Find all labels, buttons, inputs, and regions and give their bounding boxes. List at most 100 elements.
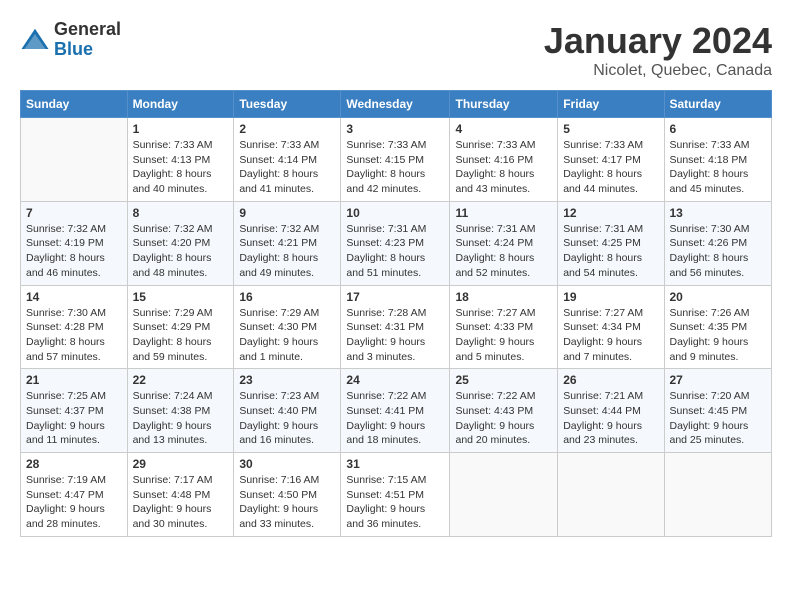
day-number: 14 bbox=[26, 290, 122, 304]
calendar-table: SundayMondayTuesdayWednesdayThursdayFrid… bbox=[20, 90, 772, 537]
column-header-thursday: Thursday bbox=[450, 91, 558, 118]
column-header-tuesday: Tuesday bbox=[234, 91, 341, 118]
day-number: 6 bbox=[670, 122, 767, 136]
calendar-cell: 29 Sunrise: 7:17 AM Sunset: 4:48 PM Dayli… bbox=[127, 453, 234, 537]
day-info: Sunrise: 7:31 AM Sunset: 4:23 PM Dayligh… bbox=[346, 222, 444, 281]
calendar-cell: 31 Sunrise: 7:15 AM Sunset: 4:51 PM Dayli… bbox=[341, 453, 450, 537]
column-header-saturday: Saturday bbox=[664, 91, 772, 118]
calendar-cell: 12Sunrise: 7:31 AM Sunset: 4:25 PM Dayli… bbox=[558, 201, 664, 285]
calendar-cell: 4 Sunrise: 7:33 AM Sunset: 4:16 PM Daylig… bbox=[450, 118, 558, 202]
calendar-cell bbox=[450, 453, 558, 537]
day-number: 29 bbox=[133, 457, 229, 471]
day-info: Sunrise: 7:32 AM Sunset: 4:21 PM Dayligh… bbox=[239, 222, 335, 281]
day-number: 21 bbox=[26, 373, 122, 387]
day-info: Sunrise: 7:33 AM Sunset: 4:15 PM Dayligh… bbox=[346, 138, 444, 197]
calendar-cell: 21 Sunrise: 7:25 AM Sunset: 4:37 PM Dayli… bbox=[21, 369, 128, 453]
calendar-cell bbox=[21, 118, 128, 202]
calendar-cell bbox=[664, 453, 772, 537]
calendar-cell: 5 Sunrise: 7:33 AM Sunset: 4:17 PM Daylig… bbox=[558, 118, 664, 202]
day-number: 15 bbox=[133, 290, 229, 304]
day-info: Sunrise: 7:32 AM Sunset: 4:19 PM Dayligh… bbox=[26, 222, 122, 281]
calendar-cell: 16 Sunrise: 7:29 AM Sunset: 4:30 PM Dayli… bbox=[234, 285, 341, 369]
day-number: 2 bbox=[239, 122, 335, 136]
day-number: 9 bbox=[239, 206, 335, 220]
calendar-cell: 25 Sunrise: 7:22 AM Sunset: 4:43 PM Dayli… bbox=[450, 369, 558, 453]
day-info: Sunrise: 7:25 AM Sunset: 4:37 PM Dayligh… bbox=[26, 389, 122, 448]
calendar-cell: 8 Sunrise: 7:32 AM Sunset: 4:20 PM Daylig… bbox=[127, 201, 234, 285]
title-block: January 2024 Nicolet, Quebec, Canada bbox=[544, 20, 772, 80]
column-header-sunday: Sunday bbox=[21, 91, 128, 118]
day-info: Sunrise: 7:21 AM Sunset: 4:44 PM Dayligh… bbox=[563, 389, 658, 448]
day-number: 7 bbox=[26, 206, 122, 220]
day-number: 28 bbox=[26, 457, 122, 471]
day-number: 22 bbox=[133, 373, 229, 387]
calendar-cell: 7 Sunrise: 7:32 AM Sunset: 4:19 PM Daylig… bbox=[21, 201, 128, 285]
day-number: 20 bbox=[670, 290, 767, 304]
day-number: 23 bbox=[239, 373, 335, 387]
calendar-cell: 30 Sunrise: 7:16 AM Sunset: 4:50 PM Dayli… bbox=[234, 453, 341, 537]
calendar-cell: 22 Sunrise: 7:24 AM Sunset: 4:38 PM Dayli… bbox=[127, 369, 234, 453]
calendar-cell: 20 Sunrise: 7:26 AM Sunset: 4:35 PM Dayli… bbox=[664, 285, 772, 369]
week-row-5: 28 Sunrise: 7:19 AM Sunset: 4:47 PM Dayli… bbox=[21, 453, 772, 537]
day-number: 25 bbox=[455, 373, 552, 387]
logo: General Blue bbox=[20, 20, 121, 60]
day-info: Sunrise: 7:31 AM Sunset: 4:25 PM Dayligh… bbox=[563, 222, 658, 281]
day-number: 13 bbox=[670, 206, 767, 220]
day-info: Sunrise: 7:27 AM Sunset: 4:33 PM Dayligh… bbox=[455, 306, 552, 365]
day-info: Sunrise: 7:28 AM Sunset: 4:31 PM Dayligh… bbox=[346, 306, 444, 365]
calendar-cell: 11Sunrise: 7:31 AM Sunset: 4:24 PM Dayli… bbox=[450, 201, 558, 285]
day-number: 26 bbox=[563, 373, 658, 387]
calendar-cell: 3 Sunrise: 7:33 AM Sunset: 4:15 PM Daylig… bbox=[341, 118, 450, 202]
day-number: 17 bbox=[346, 290, 444, 304]
day-number: 24 bbox=[346, 373, 444, 387]
day-info: Sunrise: 7:22 AM Sunset: 4:41 PM Dayligh… bbox=[346, 389, 444, 448]
calendar-cell: 9 Sunrise: 7:32 AM Sunset: 4:21 PM Daylig… bbox=[234, 201, 341, 285]
day-number: 4 bbox=[455, 122, 552, 136]
day-info: Sunrise: 7:30 AM Sunset: 4:28 PM Dayligh… bbox=[26, 306, 122, 365]
calendar-cell: 24 Sunrise: 7:22 AM Sunset: 4:41 PM Dayli… bbox=[341, 369, 450, 453]
logo-general-text: General bbox=[54, 20, 121, 40]
day-number: 31 bbox=[346, 457, 444, 471]
day-info: Sunrise: 7:33 AM Sunset: 4:16 PM Dayligh… bbox=[455, 138, 552, 197]
day-number: 30 bbox=[239, 457, 335, 471]
day-number: 1 bbox=[133, 122, 229, 136]
day-number: 27 bbox=[670, 373, 767, 387]
day-info: Sunrise: 7:32 AM Sunset: 4:20 PM Dayligh… bbox=[133, 222, 229, 281]
column-header-monday: Monday bbox=[127, 91, 234, 118]
day-info: Sunrise: 7:16 AM Sunset: 4:50 PM Dayligh… bbox=[239, 473, 335, 532]
day-info: Sunrise: 7:19 AM Sunset: 4:47 PM Dayligh… bbox=[26, 473, 122, 532]
calendar-cell: 15Sunrise: 7:29 AM Sunset: 4:29 PM Dayli… bbox=[127, 285, 234, 369]
day-info: Sunrise: 7:33 AM Sunset: 4:17 PM Dayligh… bbox=[563, 138, 658, 197]
subtitle: Nicolet, Quebec, Canada bbox=[544, 62, 772, 80]
day-number: 3 bbox=[346, 122, 444, 136]
main-title: January 2024 bbox=[544, 20, 772, 62]
day-info: Sunrise: 7:23 AM Sunset: 4:40 PM Dayligh… bbox=[239, 389, 335, 448]
day-info: Sunrise: 7:20 AM Sunset: 4:45 PM Dayligh… bbox=[670, 389, 767, 448]
day-info: Sunrise: 7:30 AM Sunset: 4:26 PM Dayligh… bbox=[670, 222, 767, 281]
day-info: Sunrise: 7:29 AM Sunset: 4:30 PM Dayligh… bbox=[239, 306, 335, 365]
week-row-3: 14 Sunrise: 7:30 AM Sunset: 4:28 PM Dayli… bbox=[21, 285, 772, 369]
day-info: Sunrise: 7:17 AM Sunset: 4:48 PM Dayligh… bbox=[133, 473, 229, 532]
day-info: Sunrise: 7:15 AM Sunset: 4:51 PM Dayligh… bbox=[346, 473, 444, 532]
day-number: 10 bbox=[346, 206, 444, 220]
calendar-cell: 17 Sunrise: 7:28 AM Sunset: 4:31 PM Dayli… bbox=[341, 285, 450, 369]
logo-text: General Blue bbox=[54, 20, 121, 60]
day-info: Sunrise: 7:33 AM Sunset: 4:18 PM Dayligh… bbox=[670, 138, 767, 197]
logo-blue-text: Blue bbox=[54, 40, 121, 60]
calendar-cell: 1Sunrise: 7:33 AM Sunset: 4:13 PM Daylig… bbox=[127, 118, 234, 202]
week-row-2: 7 Sunrise: 7:32 AM Sunset: 4:19 PM Daylig… bbox=[21, 201, 772, 285]
day-number: 18 bbox=[455, 290, 552, 304]
calendar-cell: 26 Sunrise: 7:21 AM Sunset: 4:44 PM Dayli… bbox=[558, 369, 664, 453]
calendar-cell: 18 Sunrise: 7:27 AM Sunset: 4:33 PM Dayli… bbox=[450, 285, 558, 369]
header-row: SundayMondayTuesdayWednesdayThursdayFrid… bbox=[21, 91, 772, 118]
day-info: Sunrise: 7:26 AM Sunset: 4:35 PM Dayligh… bbox=[670, 306, 767, 365]
day-number: 16 bbox=[239, 290, 335, 304]
day-number: 5 bbox=[563, 122, 658, 136]
day-number: 8 bbox=[133, 206, 229, 220]
day-info: Sunrise: 7:31 AM Sunset: 4:24 PM Dayligh… bbox=[455, 222, 552, 281]
column-header-wednesday: Wednesday bbox=[341, 91, 450, 118]
day-info: Sunrise: 7:24 AM Sunset: 4:38 PM Dayligh… bbox=[133, 389, 229, 448]
day-info: Sunrise: 7:22 AM Sunset: 4:43 PM Dayligh… bbox=[455, 389, 552, 448]
logo-icon bbox=[20, 25, 50, 55]
page-header: General Blue January 2024 Nicolet, Quebe… bbox=[20, 20, 772, 80]
